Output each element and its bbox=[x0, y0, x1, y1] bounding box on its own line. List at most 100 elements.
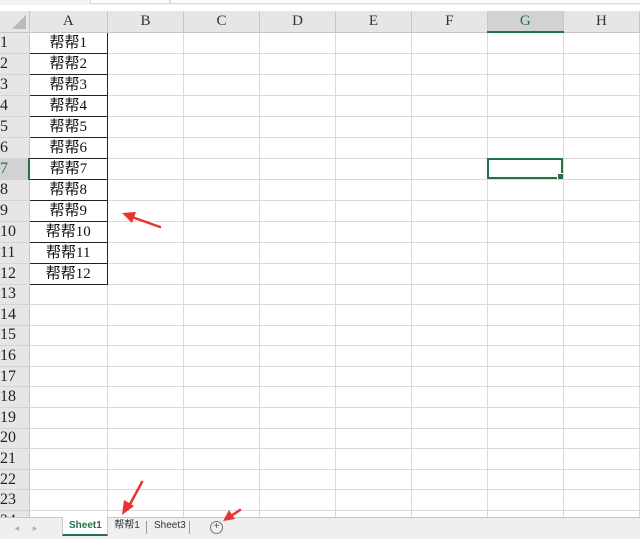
select-all-corner[interactable] bbox=[0, 11, 30, 33]
row-header[interactable]: 3 bbox=[0, 74, 30, 96]
cell-c11[interactable] bbox=[183, 242, 260, 264]
cell-f8[interactable] bbox=[411, 179, 488, 201]
next-sheet-icon[interactable]: ▸ bbox=[28, 521, 42, 535]
cell-f10[interactable] bbox=[411, 221, 488, 243]
cell-g5[interactable] bbox=[487, 116, 564, 138]
tab-bangbang1[interactable]: 帮帮1 bbox=[108, 517, 146, 536]
cell-a1[interactable]: 帮帮1 bbox=[28, 31, 109, 54]
row-header[interactable]: 13 bbox=[0, 284, 30, 306]
cell-b21[interactable] bbox=[107, 448, 184, 470]
cell-h16[interactable] bbox=[563, 345, 640, 367]
cell-g18[interactable] bbox=[487, 386, 564, 409]
cell-a13[interactable] bbox=[29, 284, 109, 306]
cell-e9[interactable] bbox=[335, 200, 412, 222]
cell-a21[interactable] bbox=[29, 448, 109, 470]
cell-c3[interactable] bbox=[183, 74, 260, 96]
cell-g9[interactable] bbox=[487, 200, 564, 222]
cell-d20[interactable] bbox=[259, 428, 337, 450]
cell-e21[interactable] bbox=[335, 448, 412, 470]
cell-g21[interactable] bbox=[487, 448, 564, 470]
cell-d9[interactable] bbox=[259, 200, 337, 222]
row-header[interactable]: 15 bbox=[0, 325, 30, 347]
cell-g15[interactable] bbox=[487, 325, 564, 347]
row-header[interactable]: 7 bbox=[0, 158, 31, 180]
column-header-c[interactable]: C bbox=[183, 11, 260, 33]
cell-c20[interactable] bbox=[183, 428, 260, 450]
cell-a17[interactable] bbox=[29, 366, 109, 388]
cell-f16[interactable] bbox=[411, 345, 488, 367]
cell-d16[interactable] bbox=[259, 345, 337, 367]
cell-e3[interactable] bbox=[335, 74, 412, 96]
cell-d14[interactable] bbox=[259, 304, 337, 326]
cell-f5[interactable] bbox=[411, 116, 488, 138]
row-header[interactable]: 2 bbox=[0, 53, 30, 75]
cell-b18[interactable] bbox=[107, 386, 184, 409]
cell-a14[interactable] bbox=[29, 304, 109, 326]
cell-a15[interactable] bbox=[29, 325, 109, 347]
cell-a3[interactable]: 帮帮3 bbox=[28, 73, 109, 96]
column-header-b[interactable]: B bbox=[107, 11, 184, 33]
row-header[interactable]: 19 bbox=[0, 407, 30, 429]
cell-c9[interactable] bbox=[183, 200, 260, 222]
cell-e1[interactable] bbox=[335, 32, 412, 54]
cell-f11[interactable] bbox=[411, 242, 488, 264]
cell-c12[interactable] bbox=[183, 263, 260, 285]
cell-b3[interactable] bbox=[107, 74, 184, 96]
row-header[interactable]: 14 bbox=[0, 304, 30, 326]
cell-e10[interactable] bbox=[335, 221, 412, 243]
cell-a19[interactable] bbox=[29, 407, 109, 429]
cell-a5[interactable]: 帮帮5 bbox=[28, 115, 109, 138]
cell-e19[interactable] bbox=[335, 407, 412, 429]
cell-f21[interactable] bbox=[411, 448, 488, 470]
cell-h6[interactable] bbox=[563, 137, 640, 159]
cell-b8[interactable] bbox=[107, 179, 184, 201]
cell-g6[interactable] bbox=[487, 137, 564, 159]
row-header[interactable]: 16 bbox=[0, 345, 30, 367]
cell-b5[interactable] bbox=[107, 116, 184, 138]
row-header[interactable]: 22 bbox=[0, 469, 30, 491]
cell-e15[interactable] bbox=[335, 325, 412, 347]
row-header[interactable]: 21 bbox=[0, 448, 30, 470]
cell-h10[interactable] bbox=[563, 221, 640, 243]
cell-g13[interactable] bbox=[487, 284, 564, 306]
cell-e5[interactable] bbox=[335, 116, 412, 138]
cell-d21[interactable] bbox=[259, 448, 337, 470]
cell-g22[interactable] bbox=[487, 469, 564, 491]
cell-e17[interactable] bbox=[335, 366, 412, 388]
cell-c8[interactable] bbox=[183, 179, 260, 201]
prev-sheet-icon[interactable]: ◂ bbox=[10, 521, 24, 535]
cell-f13[interactable] bbox=[411, 284, 488, 306]
cell-h20[interactable] bbox=[563, 428, 640, 450]
row-header[interactable]: 17 bbox=[0, 366, 30, 388]
cell-b16[interactable] bbox=[107, 345, 184, 367]
cell-f9[interactable] bbox=[411, 200, 488, 222]
column-header-h[interactable]: H bbox=[563, 11, 640, 33]
cell-a10[interactable]: 帮帮10 bbox=[28, 220, 109, 243]
cell-c10[interactable] bbox=[183, 221, 260, 243]
cell-a11[interactable]: 帮帮11 bbox=[28, 241, 109, 264]
cell-d17[interactable] bbox=[259, 366, 337, 388]
cell-b14[interactable] bbox=[107, 304, 184, 326]
cell-d11[interactable] bbox=[259, 242, 337, 264]
cell-h15[interactable] bbox=[563, 325, 640, 347]
cell-f15[interactable] bbox=[411, 325, 488, 347]
cell-d4[interactable] bbox=[259, 95, 337, 117]
cell-h5[interactable] bbox=[563, 116, 640, 138]
cell-c18[interactable] bbox=[183, 386, 260, 409]
cell-f20[interactable] bbox=[411, 428, 488, 450]
row-header[interactable]: 8 bbox=[0, 179, 30, 201]
cell-g19[interactable] bbox=[487, 407, 564, 429]
cell-h14[interactable] bbox=[563, 304, 640, 326]
cell-e7[interactable] bbox=[335, 158, 412, 180]
cell-f12[interactable] bbox=[411, 263, 488, 285]
cell-e20[interactable] bbox=[335, 428, 412, 450]
cell-c5[interactable] bbox=[183, 116, 260, 138]
cell-b11[interactable] bbox=[107, 242, 184, 264]
cell-b22[interactable] bbox=[107, 469, 184, 491]
cell-a22[interactable] bbox=[29, 469, 109, 491]
cell-c22[interactable] bbox=[183, 469, 260, 491]
cell-a7[interactable]: 帮帮7 bbox=[28, 157, 109, 180]
cell-e23[interactable] bbox=[335, 489, 412, 512]
cell-h1[interactable] bbox=[563, 32, 640, 54]
cell-d3[interactable] bbox=[259, 74, 337, 96]
